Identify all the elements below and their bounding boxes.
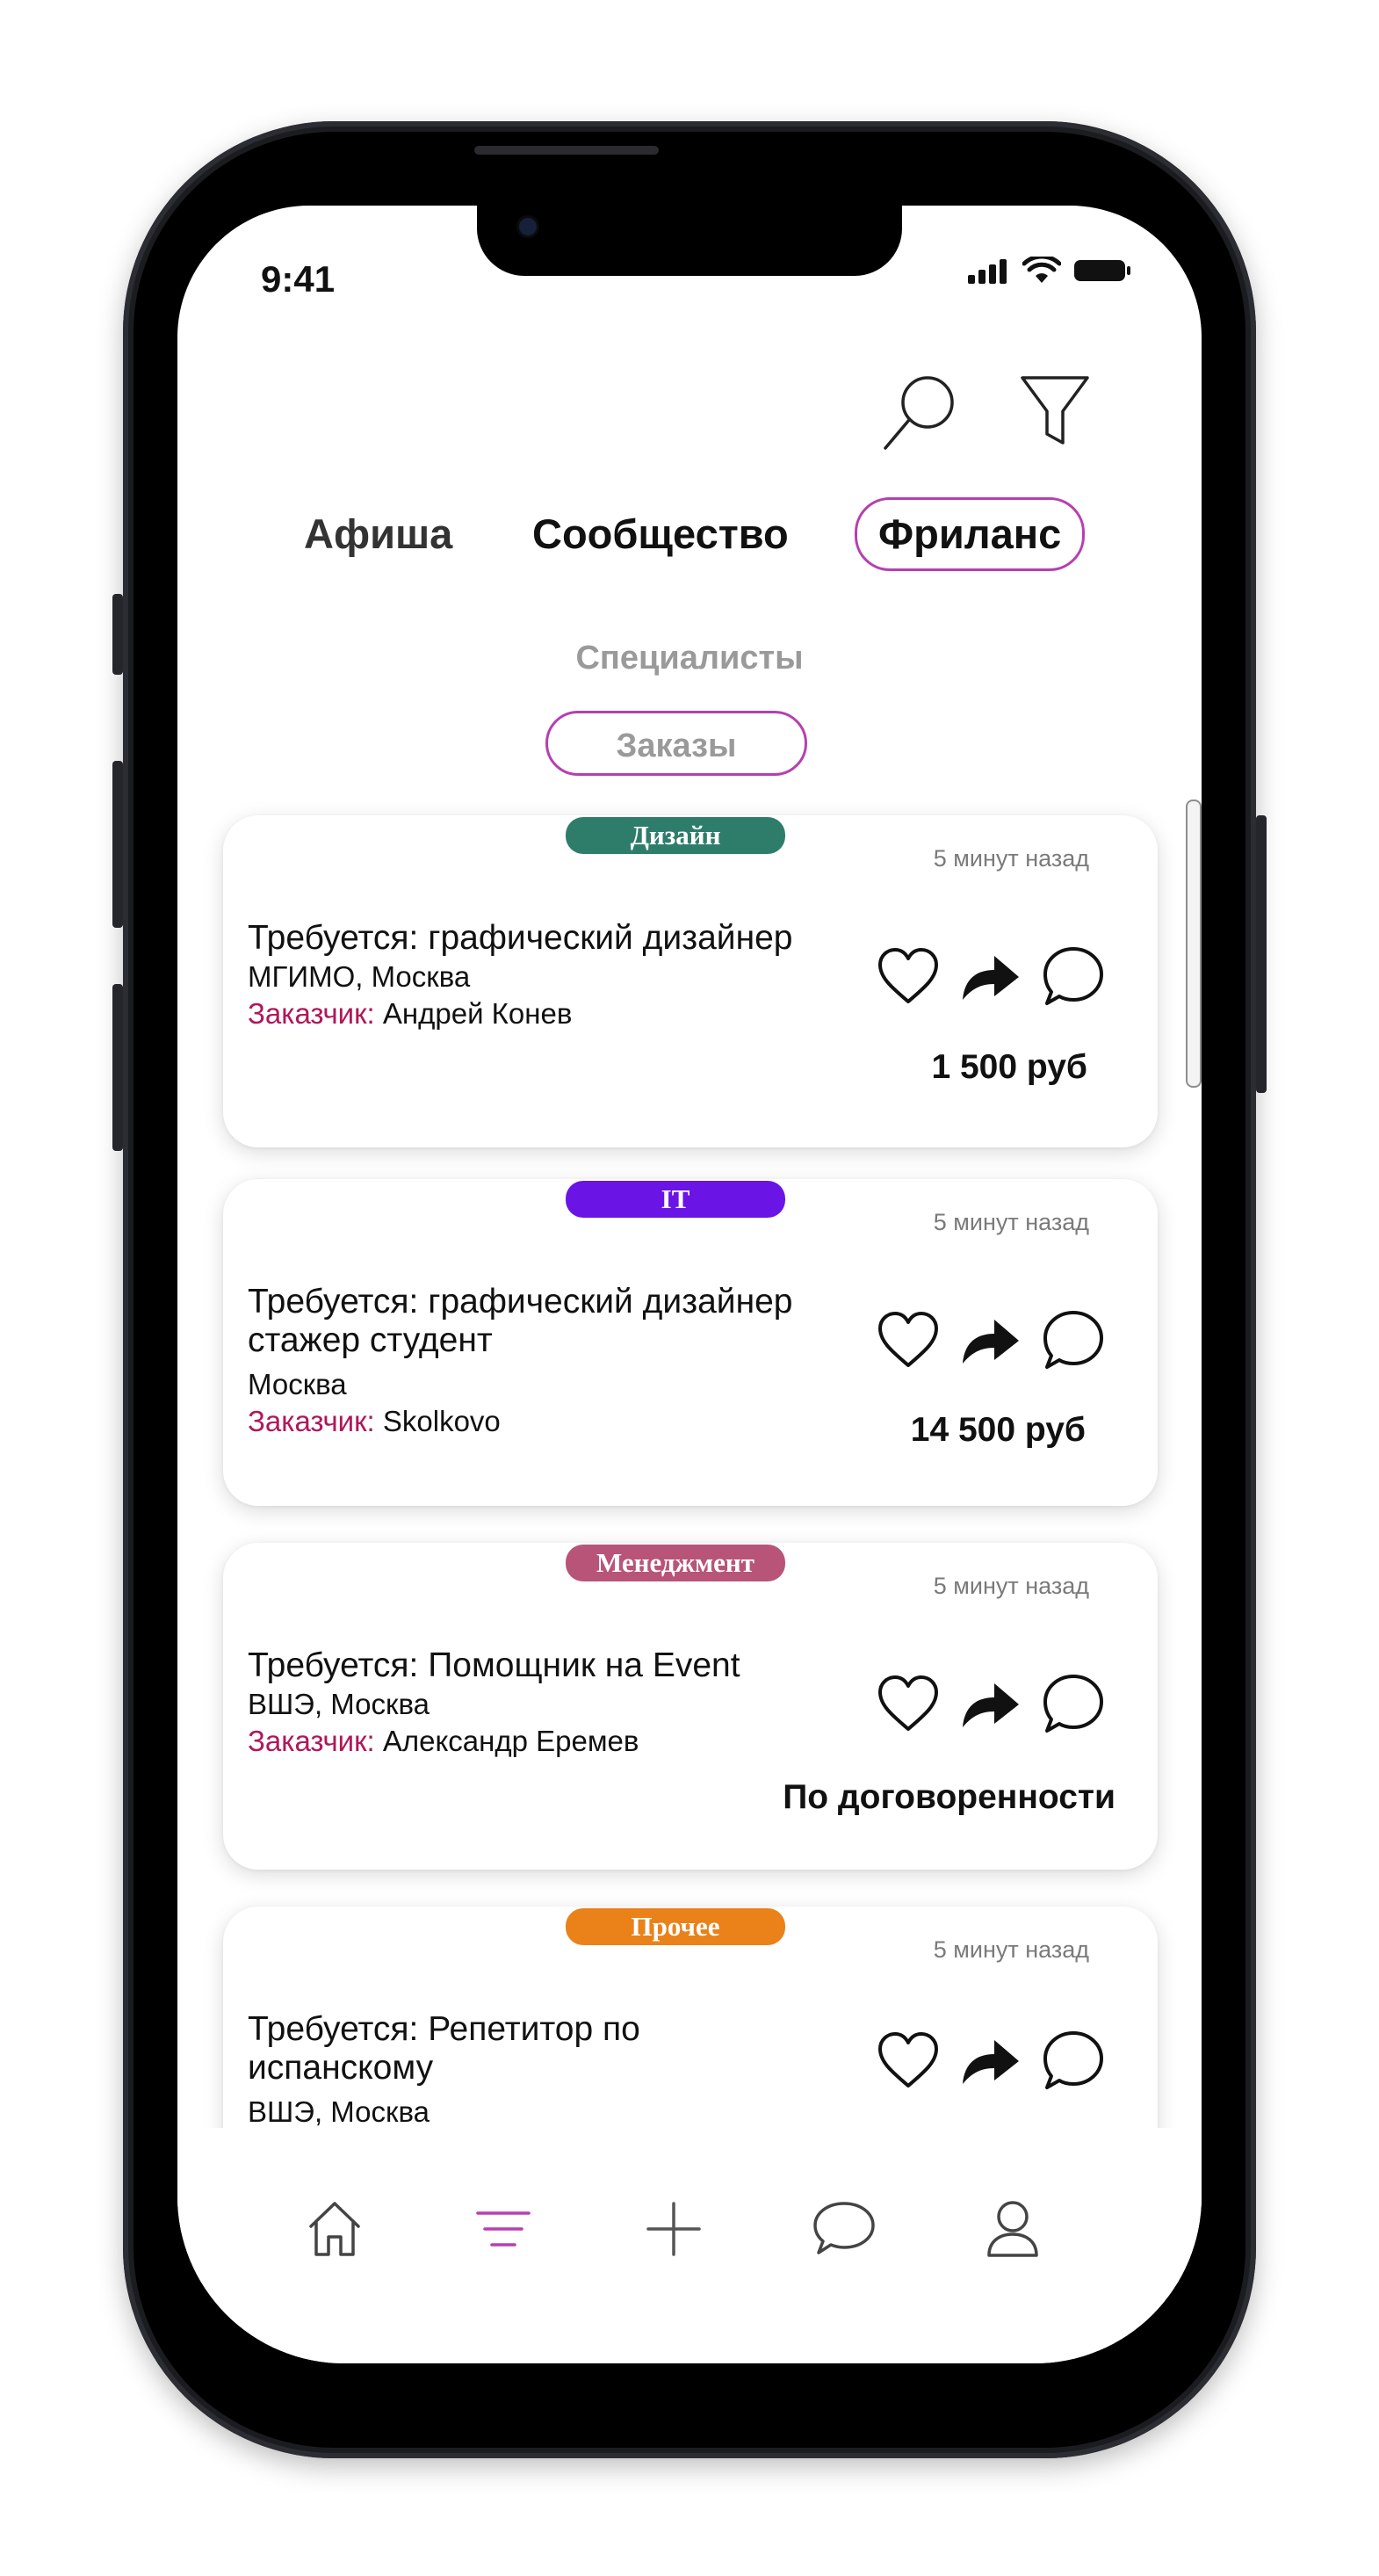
- customer-label: Заказчик:: [248, 1405, 375, 1437]
- phone-side-button: [112, 984, 123, 1151]
- notch: [477, 206, 902, 276]
- comment-icon[interactable]: [1042, 945, 1105, 1007]
- order-card[interactable]: IT 5 минут назад Требуется: графический …: [223, 1179, 1158, 1506]
- order-price: 14 500 руб: [910, 1411, 1086, 1449]
- order-card[interactable]: Менеджмент 5 минут назад Требуется: Помо…: [223, 1543, 1158, 1870]
- share-icon[interactable]: [961, 951, 1021, 1002]
- comment-icon[interactable]: [1042, 1309, 1105, 1371]
- share-icon[interactable]: [961, 2035, 1021, 2086]
- category-badge: Прочее: [566, 1908, 785, 1945]
- time-ago: 5 минут назад: [933, 1573, 1089, 1599]
- order-customer: Заказчик: Skolkovo: [248, 1404, 501, 1439]
- card-actions: [877, 2030, 1105, 2091]
- customer-name: Skolkovo: [382, 1405, 501, 1437]
- order-title-line-2: стажер студент: [248, 1321, 493, 1359]
- heart-icon[interactable]: [877, 1311, 940, 1369]
- phone-speaker: [474, 146, 659, 155]
- subtab-specialists[interactable]: Специалисты: [177, 640, 1202, 677]
- home-icon[interactable]: [295, 2189, 374, 2268]
- card-actions: [877, 1309, 1105, 1371]
- camera-icon: [519, 218, 537, 235]
- share-icon[interactable]: [961, 1314, 1021, 1365]
- order-customer: Заказчик: Андрей Конев: [248, 996, 572, 1031]
- order-location: Москва: [248, 1368, 347, 1400]
- status-time: 9:41: [261, 258, 336, 300]
- order-title: Требуется: Репетитор по: [248, 2010, 640, 2048]
- category-badge: IT: [566, 1181, 785, 1218]
- main-tabs: Афиша Сообщество Фриланс: [177, 497, 1202, 571]
- customer-name: Андрей Конев: [382, 997, 573, 1030]
- time-ago: 5 минут назад: [933, 1209, 1089, 1235]
- order-title: Требуется: графический дизайнер: [248, 1283, 793, 1321]
- chat-icon[interactable]: [805, 2189, 884, 2268]
- tab-community[interactable]: Сообщество: [532, 500, 789, 568]
- order-price: По договоренности: [783, 1778, 1115, 1816]
- order-price: 1 500 руб: [931, 1048, 1087, 1086]
- wifi-icon: [1022, 257, 1061, 283]
- tab-afisha[interactable]: Афиша: [304, 500, 452, 568]
- time-ago: 5 минут назад: [933, 1936, 1089, 1963]
- feed-icon[interactable]: [464, 2189, 543, 2268]
- customer-label: Заказчик:: [248, 997, 375, 1030]
- category-badge: Менеджмент: [566, 1545, 785, 1581]
- status-icons: [966, 257, 1131, 285]
- order-location: ВШЭ, Москва: [248, 2095, 430, 2128]
- order-title: Требуется: Помощник на Event: [248, 1646, 740, 1684]
- tab-freelance[interactable]: Фриланс: [855, 497, 1086, 571]
- subtab-orders[interactable]: Заказы: [545, 711, 807, 776]
- card-actions: [877, 1673, 1105, 1734]
- heart-icon[interactable]: [877, 2031, 940, 2089]
- filter-icon[interactable]: [1019, 373, 1091, 448]
- bottom-tab-bar: [177, 2128, 1202, 2363]
- search-icon[interactable]: [882, 371, 959, 452]
- share-icon[interactable]: [961, 1678, 1021, 1729]
- heart-icon[interactable]: [877, 947, 940, 1005]
- order-location: МГИМО, Москва: [248, 960, 471, 993]
- signal-icon: [968, 259, 1007, 284]
- scrollbar[interactable]: [1186, 800, 1202, 1088]
- customer-label: Заказчик:: [248, 1725, 375, 1757]
- comment-icon[interactable]: [1042, 1673, 1105, 1734]
- add-icon[interactable]: [634, 2189, 713, 2268]
- phone-side-button: [112, 594, 123, 675]
- order-location: ВШЭ, Москва: [248, 1688, 430, 1720]
- profile-icon[interactable]: [973, 2189, 1052, 2268]
- phone-side-button: [1256, 815, 1267, 1093]
- heart-icon[interactable]: [877, 1675, 940, 1733]
- time-ago: 5 минут назад: [933, 845, 1089, 872]
- order-title: Требуется: графический дизайнер: [248, 919, 793, 957]
- battery-icon: [1074, 260, 1130, 281]
- customer-name: Александр Еремев: [382, 1725, 639, 1757]
- card-actions: [877, 945, 1105, 1007]
- comment-icon[interactable]: [1042, 2030, 1105, 2091]
- order-customer: Заказчик: Александр Еремев: [248, 1724, 639, 1759]
- app-screen: 9:41 Афиша Сообщество Фриланс Специалист…: [177, 206, 1202, 2363]
- category-badge: Дизайн: [566, 817, 785, 854]
- order-card[interactable]: Дизайн 5 минут назад Требуется: графичес…: [223, 815, 1158, 1147]
- order-title-line-2: испанскому: [248, 2049, 434, 2087]
- phone-side-button: [112, 761, 123, 928]
